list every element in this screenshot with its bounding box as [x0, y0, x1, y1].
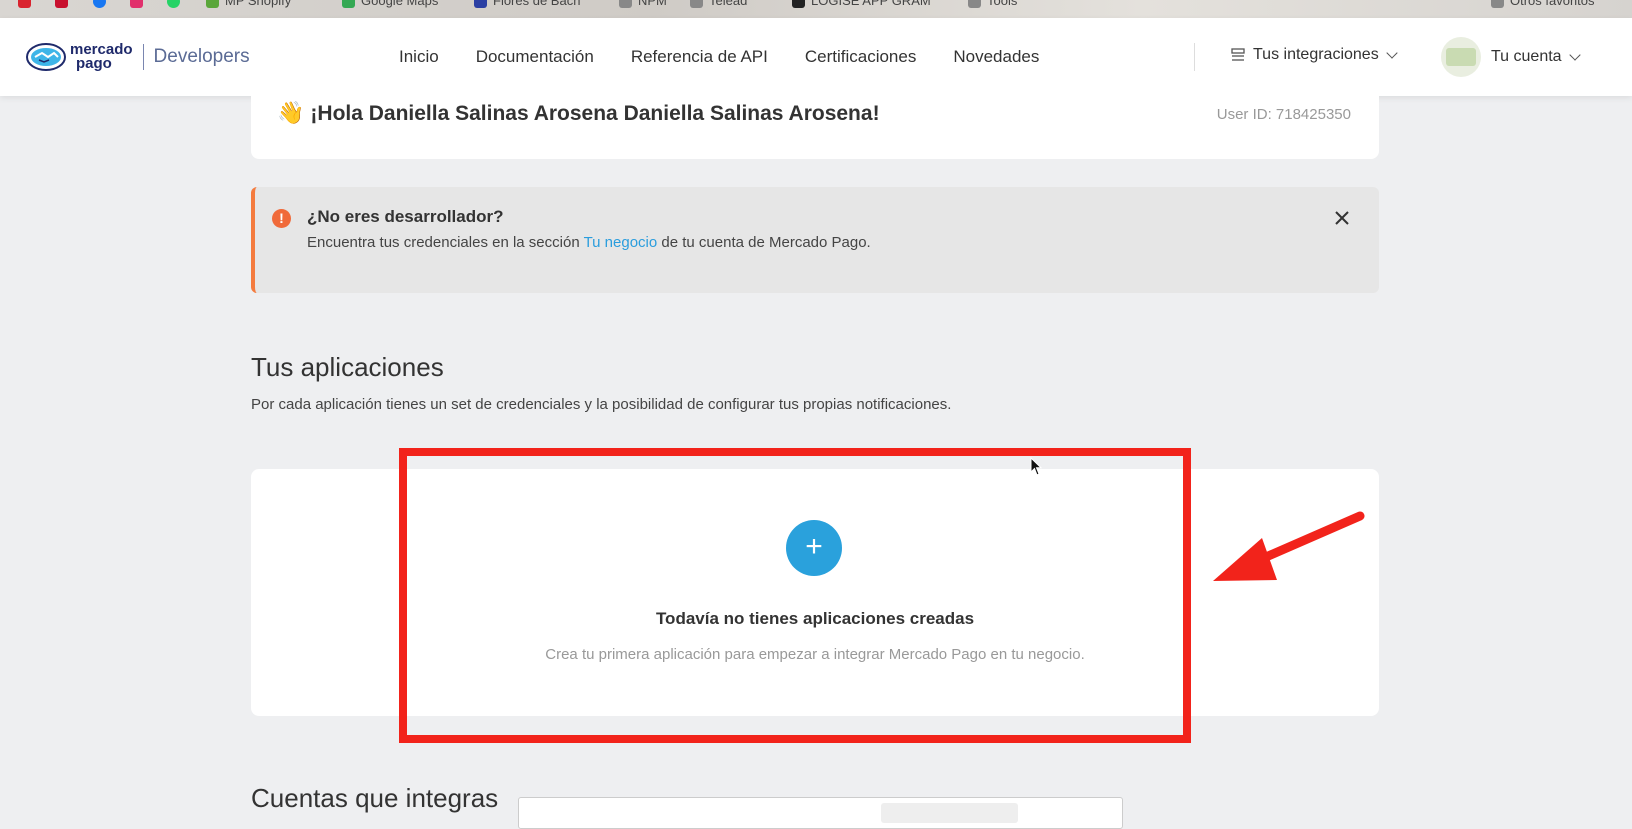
- account-dropdown[interactable]: Tu cuenta: [1441, 37, 1581, 77]
- apps-section-description: Por cada aplicación tienes un set de cre…: [251, 396, 952, 413]
- main-nav: Inicio Documentación Referencia de API C…: [399, 18, 1076, 96]
- stack-icon: [1231, 48, 1245, 61]
- notice-body: Encuentra tus credenciales en la sección…: [307, 234, 871, 251]
- notice-text: de tu cuenta de Mercado Pago.: [657, 234, 871, 251]
- bookmark-item[interactable]: Telead: [690, 0, 747, 9]
- greeting-title: 👋 ¡Hola Daniella Salinas Arosena Daniella…: [277, 100, 880, 126]
- red-arrow-icon: [1213, 511, 1365, 581]
- close-icon[interactable]: [1333, 209, 1351, 227]
- nav-novedades[interactable]: Novedades: [953, 47, 1039, 67]
- logo-product-name: Developers: [153, 46, 250, 67]
- mercado-pago-logo[interactable]: mercado pago Developers: [26, 40, 250, 74]
- bookmark-item[interactable]: MP Shopify: [206, 0, 291, 9]
- nav-inicio[interactable]: Inicio: [399, 47, 439, 67]
- bookmark-icon-facebook[interactable]: [93, 0, 112, 9]
- tu-negocio-link[interactable]: Tu negocio: [584, 234, 658, 251]
- bookmark-item[interactable]: NPM: [619, 0, 667, 9]
- highlight-box: [399, 448, 1191, 743]
- integrations-label: Tus integraciones: [1253, 46, 1379, 63]
- mouse-cursor-icon: [1030, 457, 1043, 476]
- alert-icon: !: [272, 209, 291, 228]
- bookmark-icon-netflix[interactable]: [55, 0, 74, 9]
- greeting-card: 👋 ¡Hola Daniella Salinas Arosena Daniella…: [251, 96, 1379, 159]
- greeting-text: ¡Hola Daniella Salinas Arosena Daniella …: [310, 102, 880, 125]
- nav-referencia-api[interactable]: Referencia de API: [631, 47, 768, 67]
- nav-certificaciones[interactable]: Certificaciones: [805, 47, 917, 67]
- header-divider: [1194, 43, 1195, 71]
- bookmark-icon-1[interactable]: [18, 0, 37, 9]
- bookmark-icon-instagram[interactable]: [130, 0, 149, 9]
- logo-divider: [142, 44, 144, 70]
- site-header: mercado pago Developers Inicio Documenta…: [0, 18, 1632, 96]
- bookmark-icon-whatsapp[interactable]: [167, 0, 186, 9]
- logo-wordmark: mercado pago: [70, 41, 133, 72]
- popup-element: [881, 803, 1018, 823]
- accounts-section-title: Cuentas que integras: [251, 783, 499, 813]
- waving-hand-icon: 👋: [277, 100, 305, 125]
- notice-text: Encuentra tus credenciales en la sección: [307, 234, 584, 251]
- notice-title: ¿No eres desarrollador?: [307, 207, 504, 226]
- chevron-down-icon: [1386, 46, 1398, 59]
- bookmark-item[interactable]: Flores de Bach: [474, 0, 580, 9]
- bookmark-item[interactable]: Google Maps: [342, 0, 438, 9]
- account-label: Tu cuenta: [1491, 48, 1562, 65]
- nav-documentacion[interactable]: Documentación: [476, 47, 594, 67]
- popup-panel: [518, 797, 1123, 829]
- bookmark-item[interactable]: LOGISE APP GRAM: [792, 0, 931, 9]
- developer-notice: ! ¿No eres desarrollador? Encuentra tus …: [251, 187, 1379, 293]
- bookmark-other-folders[interactable]: Otros favoritos: [1491, 0, 1595, 9]
- integrations-dropdown[interactable]: Tus integraciones: [1231, 46, 1398, 64]
- bookmarks-bar: MP Shopify Google Maps Flores de Bach NP…: [0, 0, 1632, 18]
- apps-section-title: Tus aplicaciones: [251, 352, 444, 382]
- bookmark-item[interactable]: Tools: [968, 0, 1017, 9]
- user-id: User ID: 718425350: [1216, 106, 1351, 123]
- chevron-down-icon: [1568, 48, 1581, 61]
- avatar: [1441, 37, 1481, 77]
- handshake-logo-icon: [26, 43, 66, 71]
